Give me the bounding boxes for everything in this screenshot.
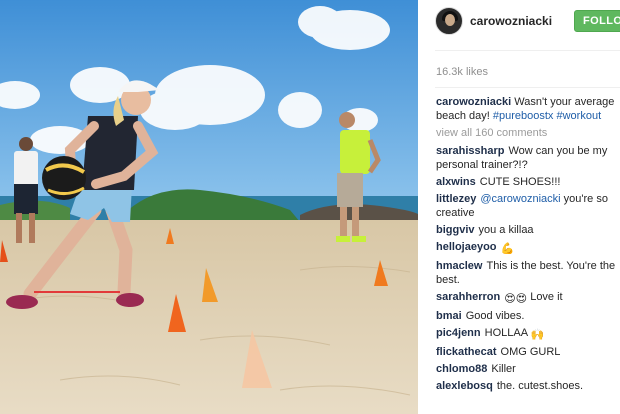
comment-item: littlezey @carowozniacki you're so creati… <box>436 192 620 220</box>
comments-list: sarahissharp Wow can you be my personal t… <box>436 144 620 396</box>
comment-text: HOLLAA <box>484 327 531 339</box>
view-all-comments-link[interactable]: view all 160 comments <box>436 127 547 139</box>
comment-item: chlomo88 Killer <box>436 362 620 376</box>
raised-hands-emoji: 🙌 <box>530 329 545 341</box>
comment-username[interactable]: hellojaeyoo <box>436 241 497 253</box>
comment-item: sarahissharp Wow can you be my personal t… <box>436 144 620 172</box>
comment-username[interactable]: biggviv <box>436 224 475 236</box>
comment-mention[interactable]: @carowozniacki <box>480 193 560 205</box>
comment-username[interactable]: pic4jenn <box>436 327 481 339</box>
post-side-panel: carowozniacki FOLLOW 16.3k likes carowoz… <box>418 0 620 414</box>
comment-username[interactable]: flickathecat <box>436 346 497 358</box>
comment-username[interactable]: bmai <box>436 310 462 322</box>
follow-button[interactable]: FOLLOW <box>574 10 620 32</box>
avatar[interactable] <box>435 7 463 35</box>
post-header: carowozniacki FOLLOW <box>418 0 620 44</box>
comment-text: the. cutest.shoes. <box>496 380 584 392</box>
header-divider <box>435 50 620 51</box>
comment-username[interactable]: sarahherron <box>436 291 500 303</box>
comment-item: biggviv you a killaa <box>436 223 620 237</box>
comment-item: alxwins CUTE SHOES!!! <box>436 175 620 189</box>
comment-text: Love it <box>527 291 563 303</box>
post-caption: carowozniacki Wasn't your average beach … <box>436 95 620 123</box>
comment-username[interactable]: chlomo88 <box>436 363 487 375</box>
comment-username[interactable]: littlezey <box>436 193 476 205</box>
heart-eyes-emoji: 😍 <box>515 293 528 305</box>
comment-item: hmaclew This is the best. You're the best… <box>436 259 620 287</box>
post-author-username[interactable]: carowozniacki <box>470 14 552 28</box>
comment-item: hellojaeyoo 💪 <box>436 240 620 256</box>
comment-username[interactable]: hmaclew <box>436 260 482 272</box>
comment-item: pic4jenn HOLLAA 🙌 <box>436 326 620 342</box>
hashtag-link[interactable]: #workout <box>557 110 602 122</box>
avatar-face <box>445 14 455 26</box>
comment-text: Killer <box>491 363 516 375</box>
comment-text: OMG GURL <box>500 346 561 358</box>
caption-author[interactable]: carowozniacki <box>436 96 511 108</box>
comment-item: flickathecat OMG GURL <box>436 345 620 359</box>
likes-count[interactable]: 16.3k likes <box>436 66 488 78</box>
flexed-biceps-emoji: 💪 <box>500 243 515 255</box>
beach-workout-scene <box>0 0 418 414</box>
comment-username[interactable]: alexlebosq <box>436 380 493 392</box>
comment-item: sarahherron 😍😍 Love it <box>436 290 620 306</box>
comment-item: alexlebosq the. cutest.shoes. <box>436 379 620 393</box>
comment-text: you a killaa <box>478 224 534 236</box>
comment-text: Good vibes. <box>465 310 525 322</box>
comment-username[interactable]: sarahissharp <box>436 145 504 157</box>
comment-item: bmai Good vibes. <box>436 309 620 323</box>
likes-divider <box>435 87 620 88</box>
comment-username[interactable]: alxwins <box>436 176 476 188</box>
hashtag-link[interactable]: #pureboostx <box>493 110 554 122</box>
post-photo[interactable] <box>0 0 418 414</box>
heart-eyes-emoji: 😍 <box>504 293 516 305</box>
comment-text: CUTE SHOES!!! <box>479 176 561 188</box>
